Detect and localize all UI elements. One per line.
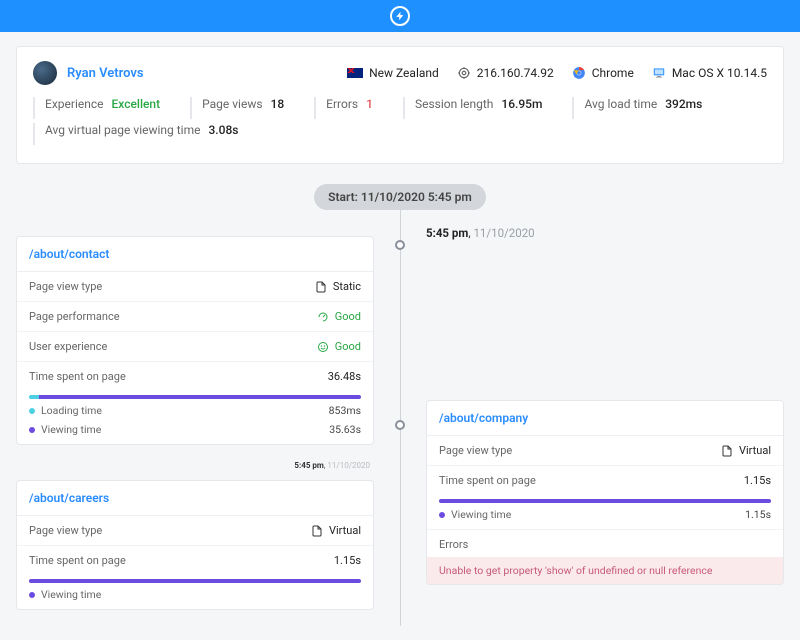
legend-value: 35.63s — [329, 423, 361, 436]
stats-row: Experience Excellent Page views 18 Errors 1… — [33, 97, 767, 149]
stat-value-avgload: 392ms — [665, 97, 702, 111]
row-value: Static — [333, 280, 361, 293]
user-name-link[interactable]: Ryan Vetrovs — [67, 66, 144, 81]
session-summary-card: Ryan Vetrovs New Zealand 216.160.74.92 C… — [16, 46, 784, 164]
stat-value-pageviews: 18 — [271, 97, 285, 111]
legend-value: 853ms — [329, 404, 361, 417]
row-label: Page view type — [29, 280, 102, 293]
timeline-start-chip: Start: 11/10/2020 5:45 pm — [314, 184, 486, 210]
row-value: 36.48s — [328, 370, 361, 383]
row-label: User experience — [29, 340, 107, 353]
dot-icon — [29, 427, 35, 433]
legend-label: Loading time — [41, 404, 102, 417]
row-label: Page performance — [29, 310, 120, 323]
bolt-logo-icon — [390, 6, 410, 26]
browser: Chrome — [592, 66, 634, 80]
row-label: Page view type — [29, 524, 102, 537]
legend-label: Viewing time — [41, 423, 101, 436]
row-label: Time spent on page — [29, 554, 126, 567]
error-message[interactable]: Unable to get property 'show' of undefin… — [427, 557, 783, 584]
timeline: Start: 11/10/2020 5:45 pm /about/contact… — [16, 184, 784, 626]
row-value: Virtual — [329, 524, 361, 537]
stat-label: Avg load time — [584, 97, 657, 111]
row-value: 1.15s — [334, 554, 361, 567]
top-bar — [0, 0, 800, 32]
dot-icon — [439, 512, 445, 518]
document-icon — [311, 525, 323, 537]
timeline-node-icon — [395, 240, 405, 250]
stat-value-session: 16.95m — [501, 97, 542, 111]
time-bar — [29, 395, 361, 399]
errors-heading: Errors — [439, 538, 468, 551]
stat-value-experience: Excellent — [112, 97, 161, 111]
timeline-timestamp-small: 5:45 pm, 11/10/2020 — [16, 461, 374, 470]
page-path-link[interactable]: /about/company — [427, 401, 783, 436]
flag-icon — [347, 68, 363, 78]
row-value: Good — [335, 310, 361, 323]
row-label: Time spent on page — [439, 474, 536, 487]
dot-icon — [29, 408, 35, 414]
page-path-link[interactable]: /about/contact — [17, 237, 373, 272]
legend-label: Viewing time — [451, 508, 511, 521]
legend-label: Viewing time — [41, 588, 101, 601]
stat-label: Session length — [415, 97, 493, 111]
row-value: Virtual — [739, 444, 771, 457]
document-icon — [721, 445, 733, 457]
os: Mac OS X 10.14.5 — [672, 66, 767, 80]
time-bar — [29, 579, 361, 583]
stat-value-errors: 1 — [366, 97, 373, 111]
legend-value: 1.15s — [745, 508, 771, 521]
time-bar — [439, 499, 771, 503]
page-card-careers: /about/careers Page view type Virtual Tim… — [16, 480, 374, 610]
row-value: 1.15s — [744, 474, 771, 487]
session-meta: New Zealand 216.160.74.92 Chrome Mac OS … — [347, 66, 767, 80]
timeline-timestamp: 5:45 pm, 11/10/2020 — [426, 226, 784, 240]
stat-label: Errors — [326, 97, 358, 111]
document-icon — [315, 281, 327, 293]
stat-label: Avg virtual page viewing time — [45, 123, 200, 137]
smile-icon — [317, 341, 329, 353]
ip-address: 216.160.74.92 — [477, 66, 554, 80]
row-label: Time spent on page — [29, 370, 126, 383]
errors-section: Errors Unable to get property 'show' of … — [427, 529, 783, 584]
mac-icon — [652, 66, 666, 80]
stat-value-avgvirtual: 3.08s — [208, 123, 238, 137]
timeline-node-icon — [395, 420, 405, 430]
gauge-icon — [317, 311, 329, 323]
dot-icon — [29, 592, 35, 598]
stat-label: Page views — [202, 97, 262, 111]
location-icon — [457, 66, 471, 80]
country: New Zealand — [369, 66, 439, 80]
chrome-icon — [572, 66, 586, 80]
row-value: Good — [335, 340, 361, 353]
page-card-company: /about/company Page view type Virtual Tim… — [426, 400, 784, 585]
row-label: Page view type — [439, 444, 512, 457]
stat-label: Experience — [45, 97, 104, 111]
page-card-contact: /about/contact Page view type Static Page… — [16, 236, 374, 445]
avatar — [33, 61, 57, 85]
page-path-link[interactable]: /about/careers — [17, 481, 373, 516]
